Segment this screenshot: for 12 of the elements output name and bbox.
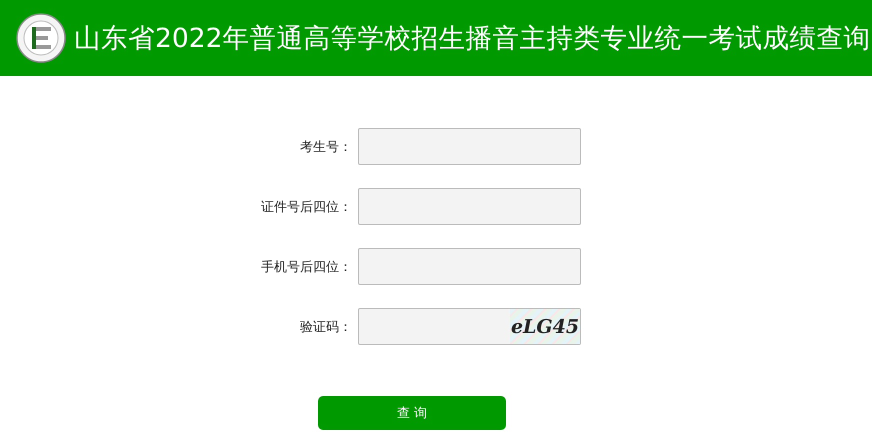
- logo-icon: [16, 13, 66, 63]
- query-button[interactable]: 查 询: [318, 396, 506, 430]
- captcha-code[interactable]: eLG45: [510, 309, 580, 344]
- input-field[interactable]: [358, 188, 581, 225]
- field-label: 手机号后四位：: [260, 258, 352, 276]
- field-label: 考生号：: [299, 138, 352, 156]
- captcha-field[interactable]: eLG45: [358, 308, 581, 345]
- page-title: 山东省2022年普通高等学校招生播音主持类专业统一考试成绩查询: [74, 22, 870, 56]
- field-label: 验证码：: [299, 318, 352, 336]
- input-field[interactable]: [358, 248, 581, 285]
- input-field[interactable]: [358, 128, 581, 165]
- field-label: 证件号后四位：: [260, 198, 352, 216]
